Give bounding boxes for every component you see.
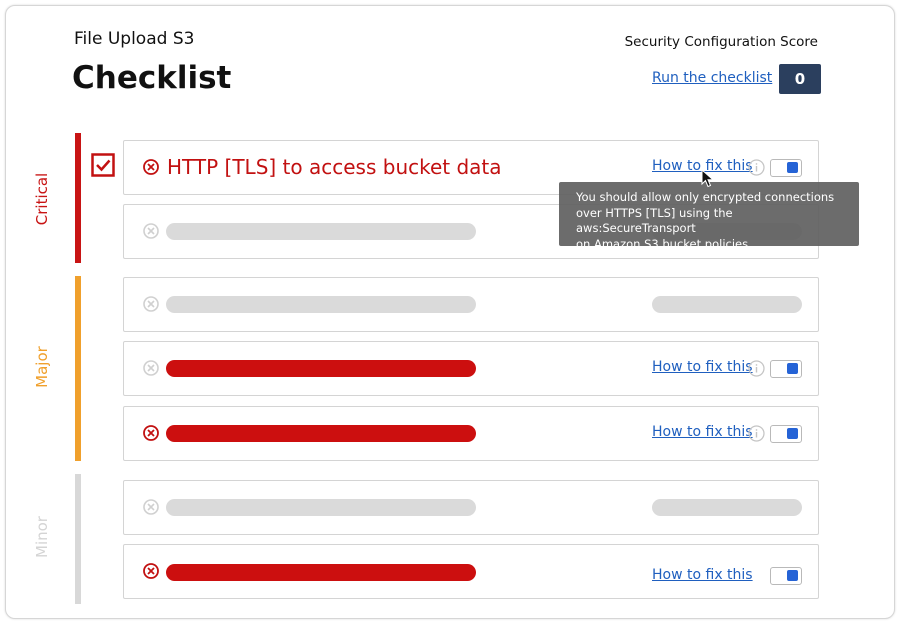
page-title: Checklist bbox=[72, 60, 232, 96]
critical-category-bar bbox=[75, 133, 81, 263]
placeholder-bar bbox=[166, 296, 476, 313]
issue-bar bbox=[166, 360, 476, 377]
how-to-fix-link[interactable]: How to fix this bbox=[652, 567, 753, 583]
tooltip-line-2: over HTTPS [TLS] using the aws:SecureTra… bbox=[576, 205, 733, 236]
row-toggle[interactable] bbox=[770, 567, 802, 585]
info-icon[interactable] bbox=[748, 425, 765, 442]
toggle-knob bbox=[787, 428, 798, 439]
toggle-knob bbox=[787, 570, 798, 581]
placeholder-bar-short bbox=[652, 499, 802, 516]
score-badge: 0 bbox=[779, 64, 821, 94]
toggle-knob bbox=[787, 162, 798, 173]
x-circle-icon bbox=[143, 360, 159, 376]
placeholder-bar-short bbox=[652, 296, 802, 313]
fix-tooltip: You should allow only encrypted connecti… bbox=[559, 182, 859, 251]
tooltip-line-1: You should allow only encrypted connecti… bbox=[576, 190, 835, 204]
how-to-fix-link[interactable]: How to fix this bbox=[652, 424, 753, 440]
row-title: HTTP [TLS] to access bucket data bbox=[167, 155, 502, 179]
info-icon[interactable] bbox=[748, 360, 765, 377]
mouse-cursor-icon bbox=[701, 169, 715, 188]
tooltip-line-3: on Amazon S3 bucket policies. bbox=[576, 236, 752, 251]
x-circle-icon bbox=[143, 499, 159, 515]
placeholder-bar bbox=[166, 499, 476, 516]
score-label: Security Configuration Score bbox=[624, 34, 818, 50]
major-category-label: Major bbox=[33, 346, 51, 388]
issue-bar bbox=[166, 425, 476, 442]
checklist-row-major-2[interactable]: How to fix this bbox=[123, 341, 819, 396]
checklist-row-minor-1 bbox=[123, 480, 819, 535]
critical-category-label: Critical bbox=[33, 172, 51, 226]
checklist-row-major-1 bbox=[123, 277, 819, 332]
x-circle-icon bbox=[143, 159, 159, 175]
minor-category-label: Minor bbox=[33, 516, 51, 558]
checklist-row-major-3[interactable]: How to fix this bbox=[123, 406, 819, 461]
row-toggle[interactable] bbox=[770, 425, 802, 443]
row-toggle[interactable] bbox=[770, 159, 802, 177]
x-circle-icon bbox=[143, 296, 159, 312]
row-toggle[interactable] bbox=[770, 360, 802, 378]
issue-bar bbox=[166, 564, 476, 581]
x-circle-icon bbox=[143, 223, 159, 239]
how-to-fix-link[interactable]: How to fix this bbox=[652, 359, 753, 375]
toggle-knob bbox=[787, 363, 798, 374]
run-checklist-link[interactable]: Run the checklist bbox=[652, 70, 772, 86]
checklist-row-minor-2[interactable]: How to fix this bbox=[123, 544, 819, 599]
app-title: File Upload S3 bbox=[74, 29, 195, 49]
x-circle-icon bbox=[143, 563, 159, 579]
info-icon[interactable] bbox=[748, 159, 765, 176]
checkbox-checked-icon[interactable] bbox=[91, 153, 115, 177]
x-circle-icon bbox=[143, 425, 159, 441]
minor-category-bar bbox=[75, 474, 81, 604]
major-category-bar bbox=[75, 276, 81, 461]
placeholder-bar bbox=[166, 223, 476, 240]
